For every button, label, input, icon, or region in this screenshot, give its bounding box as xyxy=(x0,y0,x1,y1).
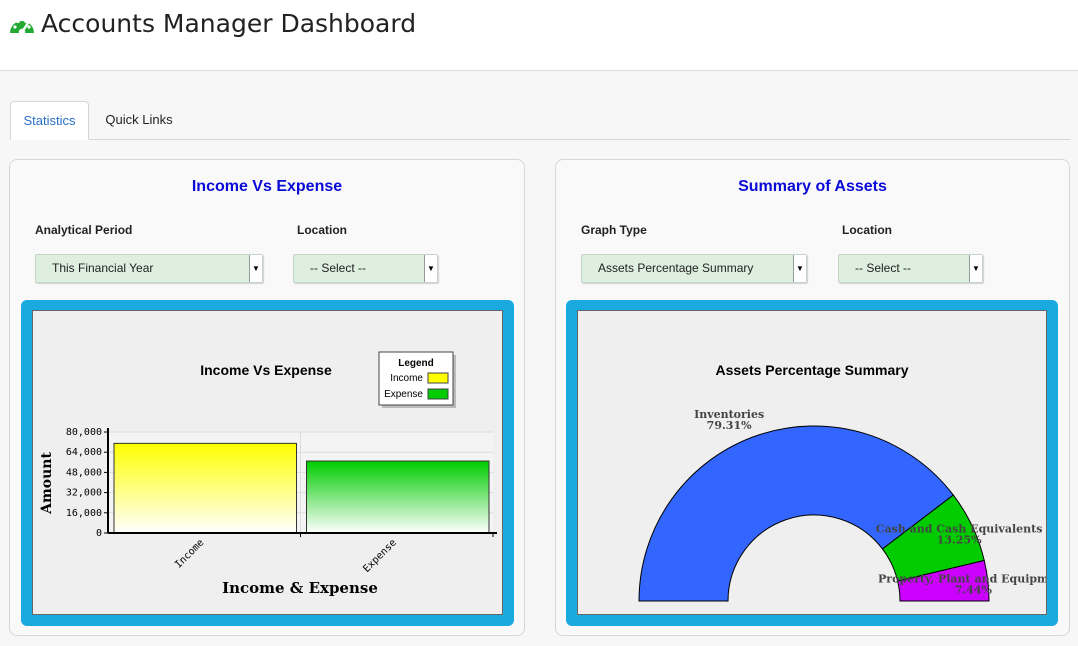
analytical-period-select[interactable]: This Financial Year ▼ xyxy=(35,254,263,283)
x-tick-label: Income xyxy=(173,537,206,570)
slice-percent: 13.25% xyxy=(937,533,982,546)
graph-type-select[interactable]: Assets Percentage Summary ▼ xyxy=(581,254,807,283)
income-expense-panel: Income Vs Expense Analytical Period Loca… xyxy=(9,159,525,636)
chevron-down-icon: ▼ xyxy=(793,255,806,282)
tab-bar: Statistics Quick Links xyxy=(10,101,1070,140)
location-label: Location xyxy=(842,223,892,237)
legend-swatch-expense xyxy=(427,388,449,400)
header-bar: Accounts Manager Dashboard xyxy=(0,0,1078,71)
chart-area: Income Vs Expense Legend Income Expense … xyxy=(32,310,503,615)
y-tick-label: 16,000 xyxy=(66,508,102,519)
chart-title: Income Vs Expense xyxy=(200,362,332,378)
chart-area: Assets Percentage Summary Inventories 79.… xyxy=(577,310,1070,615)
y-tick-label: 0 xyxy=(96,528,102,539)
assets-summary-panel: Summary of Assets Graph Type Location As… xyxy=(555,159,1070,636)
chart-legend: Legend Income Expense xyxy=(378,351,456,408)
bar-income xyxy=(113,442,297,534)
panel-title: Income Vs Expense xyxy=(191,178,343,195)
legend-swatch-income xyxy=(427,372,449,384)
chevron-down-icon: ▼ xyxy=(249,255,262,282)
analytical-period-value: This Financial Year xyxy=(52,261,154,275)
page-title: Accounts Manager Dashboard xyxy=(41,9,417,38)
x-tick-label: Expense xyxy=(361,537,399,575)
y-tick-label: 32,000 xyxy=(66,488,102,499)
legend-entry-income: Income xyxy=(390,373,423,384)
chart-frame: Income Vs Expense Legend Income Expense … xyxy=(21,300,514,626)
slice-percent: 7.44% xyxy=(955,583,993,596)
tab-statistics[interactable]: Statistics xyxy=(10,101,89,140)
graph-type-label: Graph Type xyxy=(581,223,647,237)
bar-expense xyxy=(306,460,490,534)
chevron-down-icon: ▼ xyxy=(969,255,982,282)
location-value: -- Select -- xyxy=(855,261,912,275)
y-tick-label: 48,000 xyxy=(66,467,102,478)
y-tick-label: 80,000 xyxy=(66,427,102,438)
dashboard-gauge-icon xyxy=(10,19,34,36)
panel-title: Summary of Assets xyxy=(738,178,887,195)
legend-entry-expense: Expense xyxy=(384,389,423,400)
location-select[interactable]: -- Select -- ▼ xyxy=(838,254,983,283)
legend-title: Legend xyxy=(398,358,434,369)
graph-type-value: Assets Percentage Summary xyxy=(598,261,754,275)
location-select[interactable]: -- Select -- ▼ xyxy=(293,254,438,283)
location-value: -- Select -- xyxy=(310,261,367,275)
y-axis-label: Amount xyxy=(39,452,55,515)
chart-frame: Assets Percentage Summary Inventories 79.… xyxy=(566,300,1070,626)
slice-percent: 79.31% xyxy=(707,419,752,432)
analytical-period-label: Analytical Period xyxy=(35,223,133,237)
location-label: Location xyxy=(297,223,347,237)
assets-semicircle-chart: Assets Percentage Summary Inventories79.… xyxy=(638,362,1070,602)
chevron-down-icon: ▼ xyxy=(424,255,437,282)
x-axis-label: Income & Expense xyxy=(222,579,378,597)
y-tick-label: 64,000 xyxy=(66,447,102,458)
pie-plot-area: Inventories79.31%Cash and Cash Equivalen… xyxy=(638,408,1070,602)
income-expense-bar-chart: Income Vs Expense Legend Income Expense … xyxy=(39,351,497,597)
tab-quick-links[interactable]: Quick Links xyxy=(98,101,180,139)
bar-plot-area: 0 16,000 32,000 48,000 64,000 80,000 Income Exp… xyxy=(66,427,497,575)
chart-title: Assets Percentage Summary xyxy=(716,362,909,378)
